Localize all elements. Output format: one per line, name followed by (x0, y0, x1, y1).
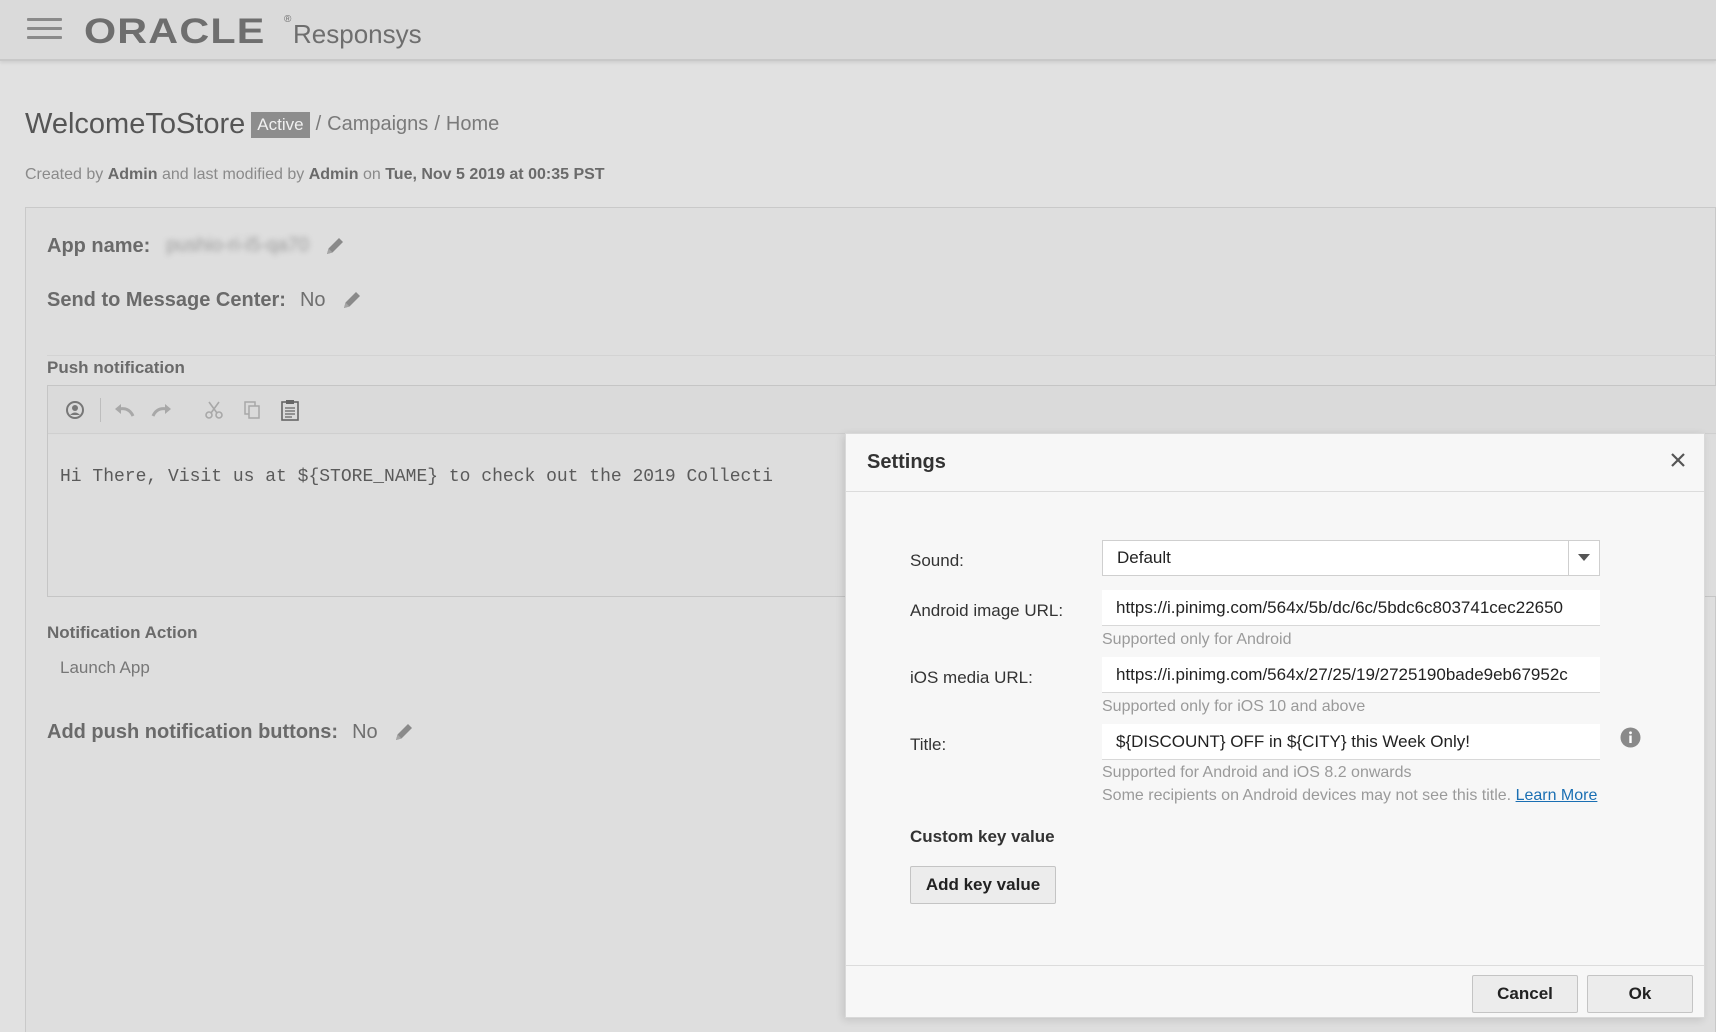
ios-url-label: iOS media URL: (910, 668, 1033, 687)
push-message-text[interactable]: Hi There, Visit us at ${STORE_NAME} to c… (60, 467, 773, 487)
title-hint: Supported for Android and iOS 8.2 onward… (1102, 764, 1412, 781)
edit-app-name-pencil-icon[interactable] (323, 234, 347, 258)
android-url-label: Android image URL: (910, 601, 1064, 620)
meta-text: Created by (25, 166, 104, 183)
android-url-input[interactable]: https://i.pinimg.com/564x/5b/dc/6c/5bdc6… (1102, 590, 1600, 626)
dialog-footer: Cancel Ok (846, 965, 1704, 1017)
app-name-value: pushio-ri-i5-qa70 (166, 235, 309, 256)
title-label: Title: (910, 735, 947, 754)
title-hint-android: Some recipients on Android devices may n… (1102, 787, 1597, 805)
android-url-hint: Supported only for Android (1102, 631, 1292, 648)
edit-push-buttons-pencil-icon[interactable] (392, 720, 416, 744)
meta-text: on (362, 166, 381, 183)
learn-more-link[interactable]: Learn More (1516, 787, 1598, 804)
modified-by: Admin (308, 166, 359, 183)
cancel-button[interactable]: Cancel (1472, 975, 1578, 1013)
dialog-title: Settings (867, 451, 946, 473)
push-buttons-value: No (352, 720, 378, 743)
top-bar: ORACLE ® Responsys (0, 0, 1716, 61)
modified-date: Tue, Nov 5 2019 at 00:35 PST (385, 166, 605, 183)
paste-icon[interactable] (277, 397, 303, 423)
title-hint-android-text: Some recipients on Android devices may n… (1102, 787, 1512, 804)
sound-label: Sound: (910, 551, 964, 570)
product-name: Responsys (293, 19, 422, 49)
message-center-label: Send to Message Center: (47, 288, 286, 311)
message-center-value: No (299, 288, 326, 311)
push-buttons-row: Add push notification buttons: No (47, 720, 416, 744)
ok-button[interactable]: Ok (1587, 975, 1693, 1013)
chevron-down-icon[interactable] (1568, 541, 1599, 575)
brand-name: ORACLE (84, 12, 266, 51)
undo-icon[interactable] (111, 397, 137, 423)
registered-mark: ® (284, 14, 292, 25)
info-icon[interactable] (1620, 727, 1641, 748)
settings-dialog: Settings Sound: Default Android image UR… (845, 433, 1705, 1018)
personalize-icon[interactable] (62, 397, 88, 423)
close-icon[interactable] (1667, 449, 1689, 471)
dialog-body: Sound: Default Android image URL: https:… (846, 492, 1704, 967)
section-divider (47, 355, 1716, 356)
breadcrumb-separator: / (434, 113, 440, 135)
editor-toolbar (48, 386, 1716, 434)
breadcrumb-separator: / (315, 113, 322, 135)
push-buttons-label: Add push notification buttons: (47, 720, 339, 743)
hamburger-menu-icon[interactable] (27, 18, 62, 40)
custom-key-value-label: Custom key value (910, 827, 1055, 846)
toolbar-separator (100, 397, 101, 422)
message-center-row: Send to Message Center: No (47, 288, 364, 312)
redo-icon[interactable] (149, 397, 175, 423)
cut-icon[interactable] (201, 397, 227, 423)
ios-url-hint: Supported only for iOS 10 and above (1102, 698, 1366, 715)
sound-select[interactable]: Default (1102, 540, 1600, 576)
sound-selected-value: Default (1117, 548, 1171, 567)
page-title-row: WelcomeToStore Active / Campaigns / Home (25, 108, 499, 141)
breadcrumb-campaigns[interactable]: Campaigns (327, 113, 428, 136)
push-notification-label: Push notification (47, 358, 185, 377)
app-name-row: App name: pushio-ri-i5-qa70 (47, 234, 347, 258)
add-key-value-button[interactable]: Add key value (910, 866, 1056, 904)
edit-message-center-pencil-icon[interactable] (340, 288, 364, 312)
breadcrumb-home[interactable]: Home (446, 113, 499, 136)
created-by: Admin (107, 166, 158, 183)
notification-action-value[interactable]: Launch App (60, 658, 150, 678)
modified-meta: Created by Admin and last modified by Ad… (25, 166, 605, 184)
title-input[interactable]: ${DISCOUNT} OFF in ${CITY} this Week Onl… (1102, 724, 1600, 760)
ios-url-input[interactable]: https://i.pinimg.com/564x/27/25/19/27251… (1102, 657, 1600, 693)
dialog-header: Settings (846, 434, 1704, 492)
page-title: WelcomeToStore (25, 108, 246, 140)
app-name-label: App name: (47, 234, 151, 257)
oracle-responsys-logo[interactable]: ORACLE ® Responsys (84, 10, 422, 50)
meta-text: and last modified by (161, 166, 305, 183)
notification-action-label: Notification Action (47, 623, 198, 642)
status-badge: Active (251, 111, 310, 138)
copy-icon[interactable] (239, 397, 265, 423)
